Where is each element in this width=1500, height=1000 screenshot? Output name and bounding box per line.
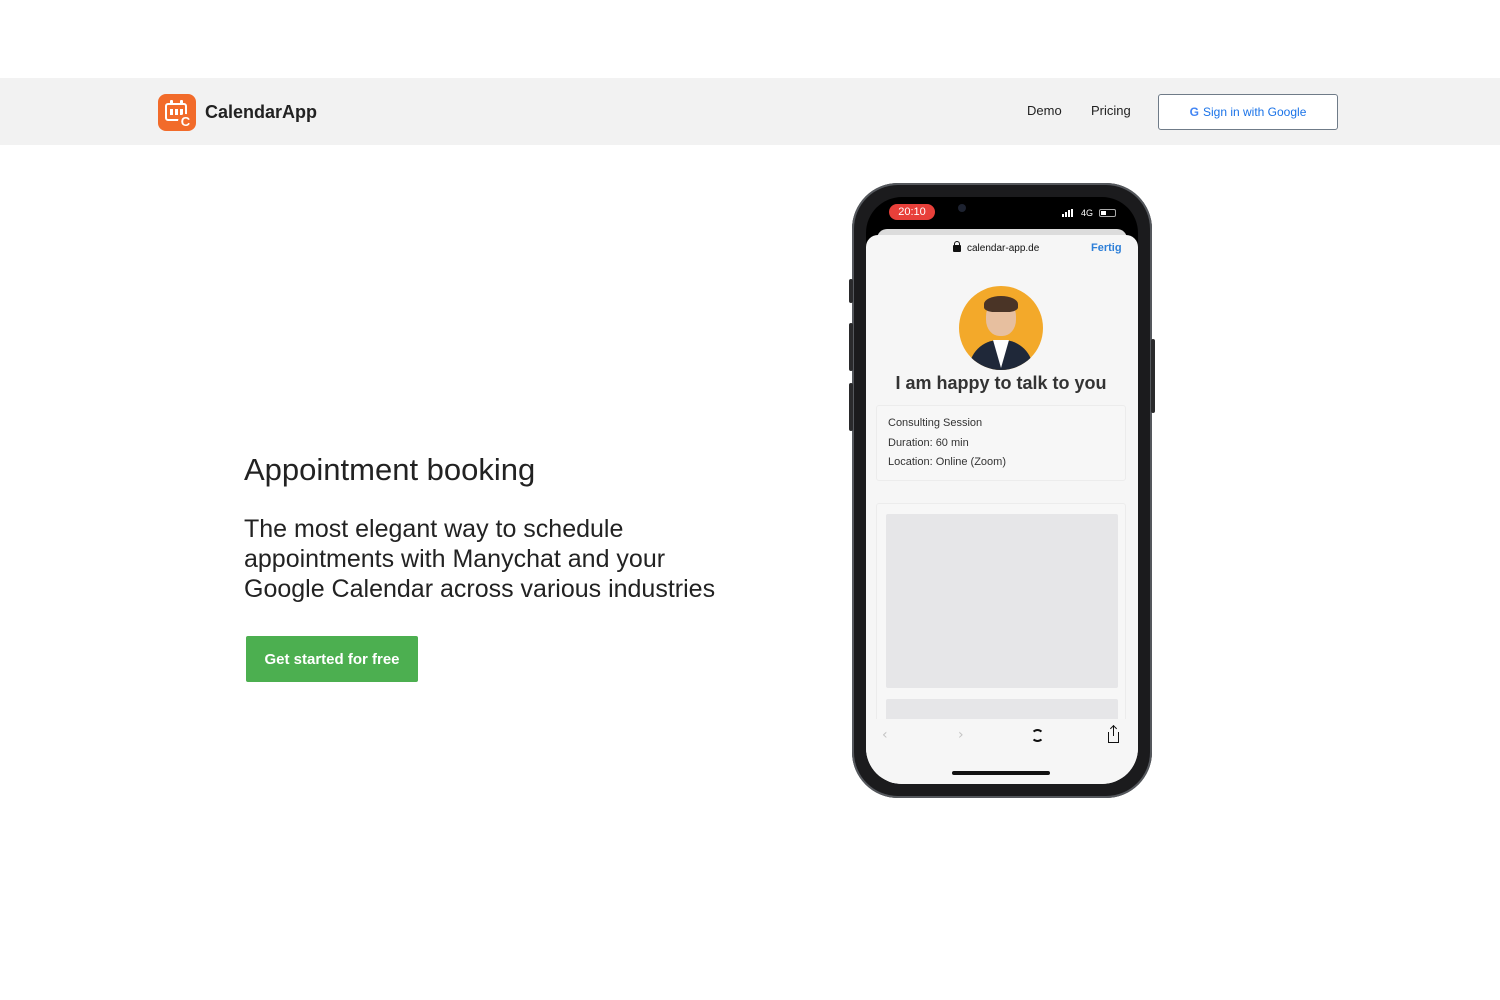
logo-link[interactable]: C CalendarApp xyxy=(158,94,317,131)
session-name: Consulting Session xyxy=(888,417,983,429)
phone-mockup: 20:10 4G calendar-app.de Fertig I am hap… xyxy=(849,183,1155,798)
session-details-card: Consulting Session Duration: 60 min Loca… xyxy=(876,405,1126,481)
mobile-browser: calendar-app.de Fertig I am happy to tal… xyxy=(866,235,1138,784)
lock-icon xyxy=(953,241,961,252)
forward-arrow-icon[interactable]: › xyxy=(958,727,964,743)
calendar-frame[interactable] xyxy=(876,503,1126,723)
status-time: 20:10 xyxy=(889,204,935,220)
phone-side-button xyxy=(849,279,853,303)
network-type: 4G xyxy=(1081,208,1094,218)
done-button[interactable]: Fertig xyxy=(1091,242,1122,254)
phone-side-button xyxy=(849,323,853,371)
sign-in-with-google-button[interactable]: G Sign in with Google xyxy=(1158,94,1338,130)
phone-side-button xyxy=(849,383,853,431)
battery-icon xyxy=(1099,209,1116,217)
url-text: calendar-app.de xyxy=(967,243,1040,254)
nav-demo-link[interactable]: Demo xyxy=(1027,103,1062,118)
camera-icon xyxy=(958,204,966,212)
avatar xyxy=(959,286,1043,370)
phone-power-button xyxy=(1151,339,1155,413)
back-arrow-icon[interactable]: ‹ xyxy=(882,727,888,743)
google-icon: G xyxy=(1189,105,1199,119)
home-indicator xyxy=(952,771,1050,775)
get-started-button[interactable]: Get started for free xyxy=(246,636,418,682)
calendar-placeholder xyxy=(886,514,1118,688)
url-bar[interactable]: calendar-app.de Fertig xyxy=(866,235,1138,263)
booking-headline: I am happy to talk to you xyxy=(895,373,1107,393)
reload-icon[interactable] xyxy=(1031,729,1044,742)
sign-in-label: Sign in with Google xyxy=(1202,105,1307,119)
calendar-logo-icon: C xyxy=(158,94,196,131)
hero-title: Appointment booking xyxy=(244,452,536,487)
session-location: Location: Online (Zoom) xyxy=(888,456,1006,468)
share-icon[interactable] xyxy=(1108,726,1119,743)
nav-pricing-link[interactable]: Pricing xyxy=(1091,103,1131,118)
app-name: CalendarApp xyxy=(205,102,318,122)
hero-subtitle: The most elegant way to schedule appoint… xyxy=(244,515,716,603)
session-duration: Duration: 60 min xyxy=(888,436,969,449)
signal-icon xyxy=(1062,209,1073,217)
top-navbar: C CalendarApp Demo Pricing G Sign in wit… xyxy=(0,78,1500,145)
phone-screen: 20:10 4G calendar-app.de Fertig I am hap… xyxy=(866,197,1138,784)
